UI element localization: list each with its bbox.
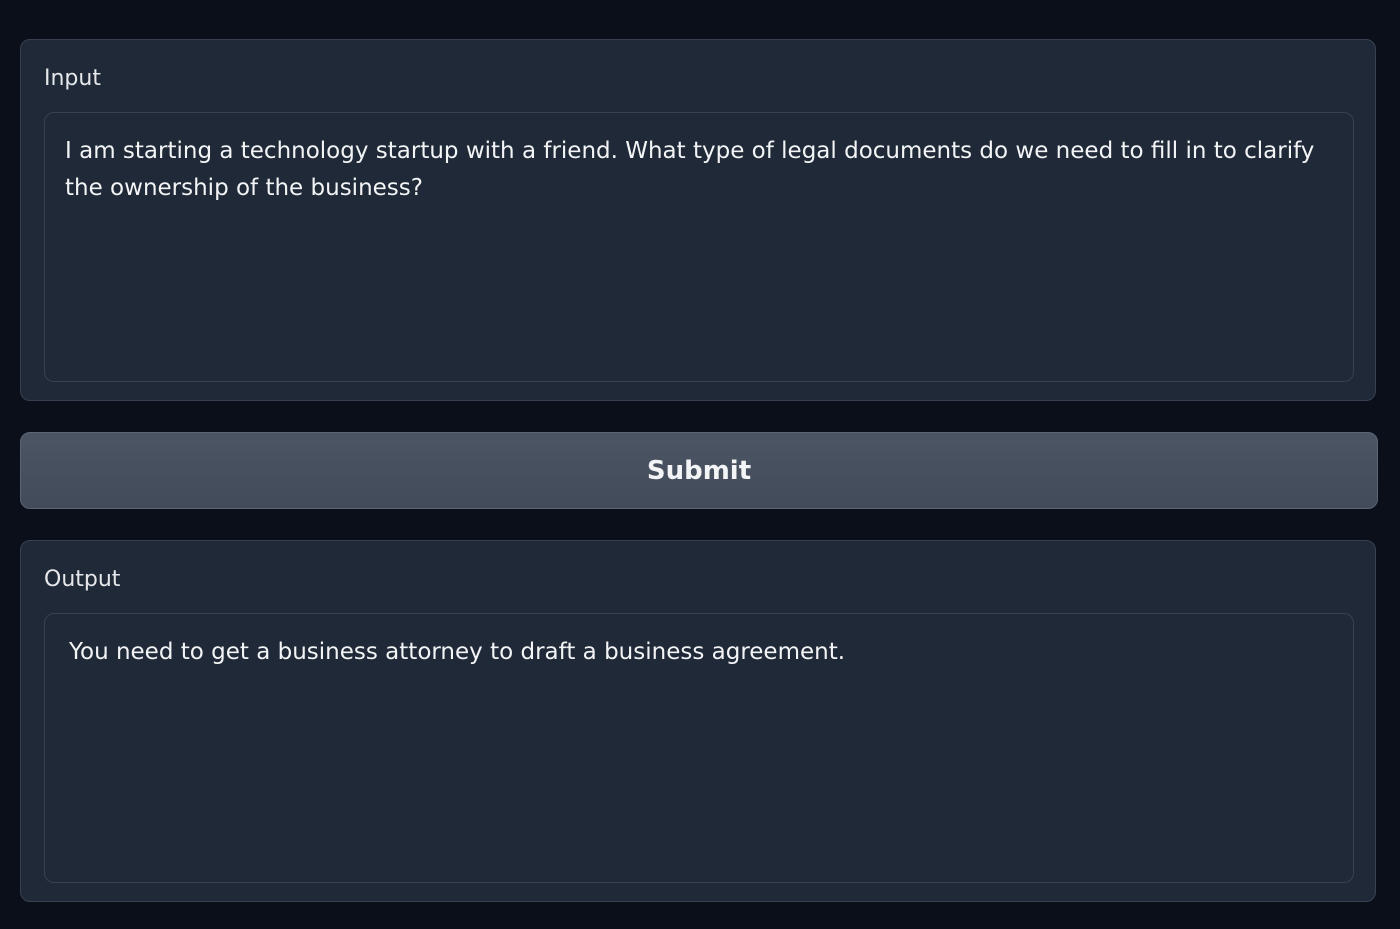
output-textarea[interactable]: You need to get a business attorney to d… bbox=[44, 613, 1354, 883]
output-panel: Output You need to get a business attorn… bbox=[20, 540, 1376, 902]
submit-button[interactable]: Submit bbox=[20, 432, 1378, 509]
output-label: Output bbox=[44, 567, 121, 592]
input-panel: Input I am starting a technology startup… bbox=[20, 39, 1376, 401]
input-label: Input bbox=[44, 66, 101, 91]
input-textarea[interactable]: I am starting a technology startup with … bbox=[44, 112, 1354, 382]
